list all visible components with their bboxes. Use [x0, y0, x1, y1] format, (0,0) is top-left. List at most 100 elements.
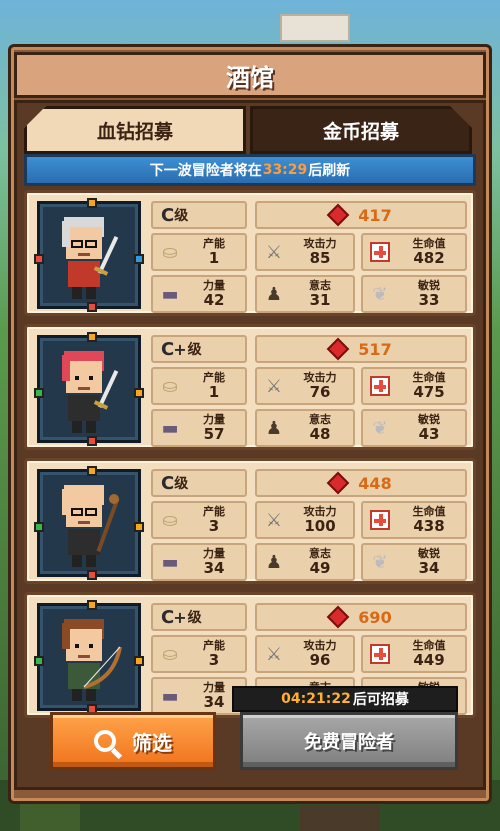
sword-icon: ⚔: [265, 643, 283, 665]
stat-output: ⛀ 产能 1: [151, 233, 247, 271]
sword-icon: ⚔: [265, 241, 283, 263]
slot-marker: [87, 198, 97, 208]
slot-marker: [87, 570, 97, 580]
price-value: 448: [358, 473, 392, 493]
stat-value: 100: [304, 517, 336, 535]
hero-price: 690: [255, 603, 467, 631]
hero-grade: C + 级: [151, 603, 247, 631]
tab-diamond-recruit[interactable]: 血钻招募: [24, 106, 246, 154]
stat-label: 生命值: [412, 371, 446, 384]
stat-label: 意志: [309, 413, 331, 426]
stat-value: 475: [413, 383, 445, 401]
hero-portrait: [34, 332, 144, 446]
stat-attack: ⚔ 攻击力 76: [255, 367, 355, 405]
red-diamond-icon: [326, 471, 350, 495]
stat-value: 31: [309, 291, 331, 309]
health-cross-icon: [367, 373, 393, 399]
health-cross-icon: [367, 641, 393, 667]
stat-value: 34: [203, 559, 225, 577]
stat-value: 43: [418, 425, 440, 443]
anvil-icon: ▬: [161, 685, 179, 707]
stat-attack: ⚔ 攻击力 85: [255, 233, 355, 271]
filter-button[interactable]: 筛选: [50, 712, 216, 770]
slot-marker: [34, 656, 44, 666]
stat-value: 34: [203, 693, 225, 711]
stat-label: 力量: [203, 681, 225, 694]
stat-label: 敏锐: [418, 413, 440, 426]
stat-value: 48: [309, 425, 331, 443]
stat-power: ▬ 力量 34: [151, 543, 247, 581]
slot-marker: [134, 522, 144, 532]
recruit-countdown: 04:21:22: [281, 691, 351, 707]
stat-value: 34: [418, 559, 440, 577]
slot-marker: [87, 436, 97, 446]
hero-price: 448: [255, 469, 467, 497]
stat-label: 生命值: [412, 237, 446, 250]
slot-marker: [134, 254, 144, 264]
hero-portrait: [34, 198, 144, 312]
hero-card[interactable]: C + 级 517 ⛀ 产能 1 ⚔ 攻击力 76 生命值 475 ▬ 力量 57 ♟ 意志…: [24, 324, 476, 450]
free-adventurer-button[interactable]: 免费冒险者: [240, 712, 458, 770]
grade-letter: C: [161, 606, 174, 628]
sword-icon: ⚔: [265, 509, 283, 531]
pot-icon: ⛀: [162, 375, 178, 397]
stat-hp: 生命值 475: [361, 367, 467, 405]
stat-label: 力量: [203, 547, 225, 560]
tab-gold-recruit[interactable]: 金币招募: [250, 106, 472, 154]
stat-label: 攻击力: [303, 505, 337, 518]
slot-marker: [87, 302, 97, 312]
hero-card[interactable]: C级 448 ⛀ 产能 3 ⚔ 攻击力 100 生命值 438 ▬ 力量 34 ♟ 意志…: [24, 458, 476, 584]
hero-grade: C + 级: [151, 335, 247, 363]
meditation-icon: ♟: [265, 551, 283, 573]
stat-value: 438: [413, 517, 445, 535]
grade-plus: +: [173, 339, 187, 359]
slot-marker: [34, 388, 44, 398]
red-diamond-icon: [326, 337, 350, 361]
recruit-timer: 04:21:22 后可招募: [232, 686, 458, 712]
anvil-icon: ▬: [161, 283, 179, 305]
stat-value: 1: [208, 249, 220, 267]
stat-label: 攻击力: [303, 371, 337, 384]
stat-power: ▬ 力量 42: [151, 275, 247, 313]
stat-label: 产能: [203, 505, 225, 518]
meditation-icon: ♟: [265, 283, 283, 305]
stat-value: 42: [203, 291, 225, 309]
stat-label: 攻击力: [303, 639, 337, 652]
sword-icon: ⚔: [265, 375, 283, 397]
stat-will: ♟ 意志 49: [255, 543, 355, 581]
title-text: 酒馆: [226, 63, 274, 92]
price-value: 690: [358, 607, 392, 627]
search-icon: [94, 730, 116, 752]
pot-icon: ⛀: [162, 643, 178, 665]
red-diamond-icon: [326, 203, 350, 227]
slot-marker: [34, 254, 44, 264]
grade-suffix: 级: [187, 342, 202, 358]
stat-value: 76: [309, 383, 331, 401]
stat-value: 49: [309, 559, 331, 577]
stat-label: 产能: [203, 639, 225, 652]
slot-marker: [87, 332, 97, 342]
stat-label: 生命值: [412, 639, 446, 652]
stat-value: 449: [413, 651, 445, 669]
stat-label: 产能: [203, 371, 225, 384]
hero-portrait: [34, 600, 144, 714]
stat-hp: 生命值 438: [361, 501, 467, 539]
stat-value: 96: [309, 651, 331, 669]
stat-label: 意志: [309, 547, 331, 560]
slot-marker: [34, 522, 44, 532]
hero-card[interactable]: C级 417 ⛀ 产能 1 ⚔ 攻击力 85 生命值 482 ▬ 力量 42 ♟ 意志 3…: [24, 190, 476, 316]
stat-value: 3: [208, 651, 220, 669]
wing-icon: ❦: [372, 283, 388, 305]
stat-value: 3: [208, 517, 220, 535]
stat-value: 85: [309, 249, 331, 267]
refresh-countdown: 33:29: [262, 162, 308, 178]
notice-suffix: 后刷新: [308, 163, 351, 179]
grade-plus: +: [173, 607, 187, 627]
meditation-icon: ♟: [265, 417, 283, 439]
stat-value: 1: [208, 383, 220, 401]
stat-will: ♟ 意志31: [255, 275, 355, 313]
stat-label: 产能: [203, 237, 225, 250]
red-diamond-icon: [326, 605, 350, 629]
hero-grade: C级: [151, 469, 247, 497]
stat-label: 敏锐: [418, 547, 440, 560]
